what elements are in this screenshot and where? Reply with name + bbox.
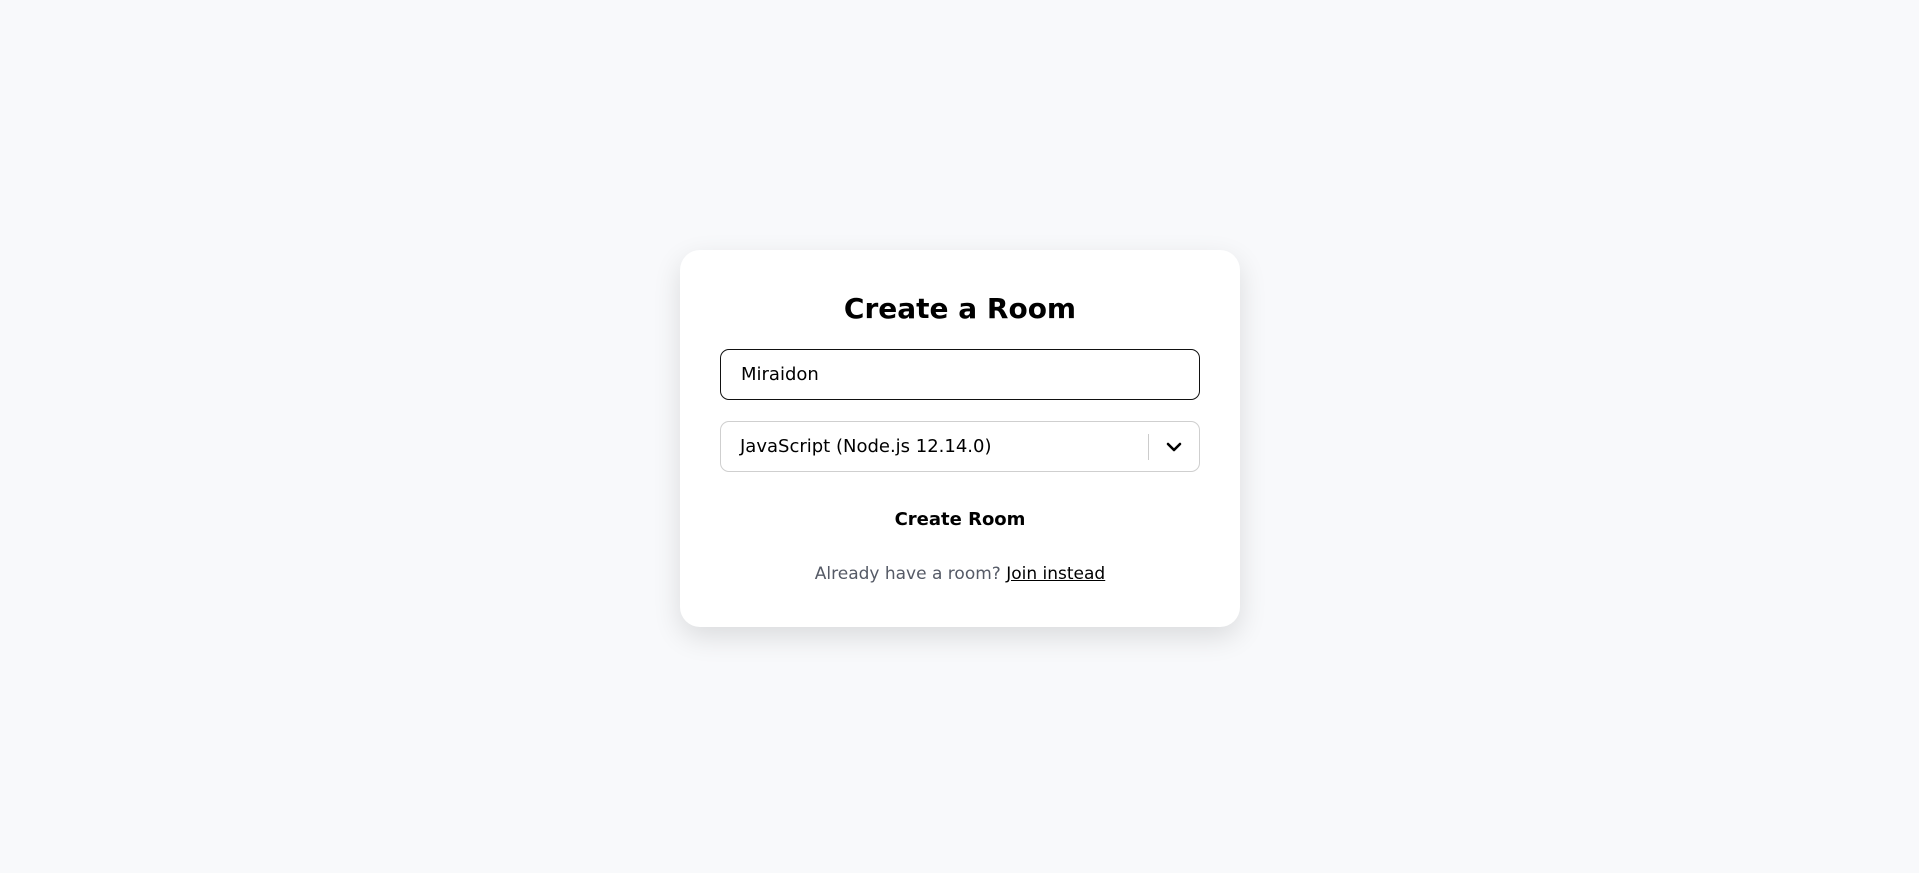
join-prompt-text: Already have a room?: [814, 564, 1001, 584]
language-selected-value: JavaScript (Node.js 12.14.0): [740, 436, 992, 457]
join-prompt: Already have a room? Join instead: [680, 564, 1240, 584]
join-instead-link[interactable]: Join instead: [1006, 564, 1105, 584]
room-name-input[interactable]: [720, 349, 1200, 400]
create-room-button[interactable]: Create Room: [720, 500, 1200, 538]
language-select[interactable]: JavaScript (Node.js 12.14.0): [720, 421, 1200, 472]
chevron-down-icon[interactable]: [1149, 442, 1199, 452]
create-room-card: Create a Room JavaScript (Node.js 12.14.…: [680, 250, 1240, 627]
page-title: Create a Room: [843, 292, 1077, 325]
